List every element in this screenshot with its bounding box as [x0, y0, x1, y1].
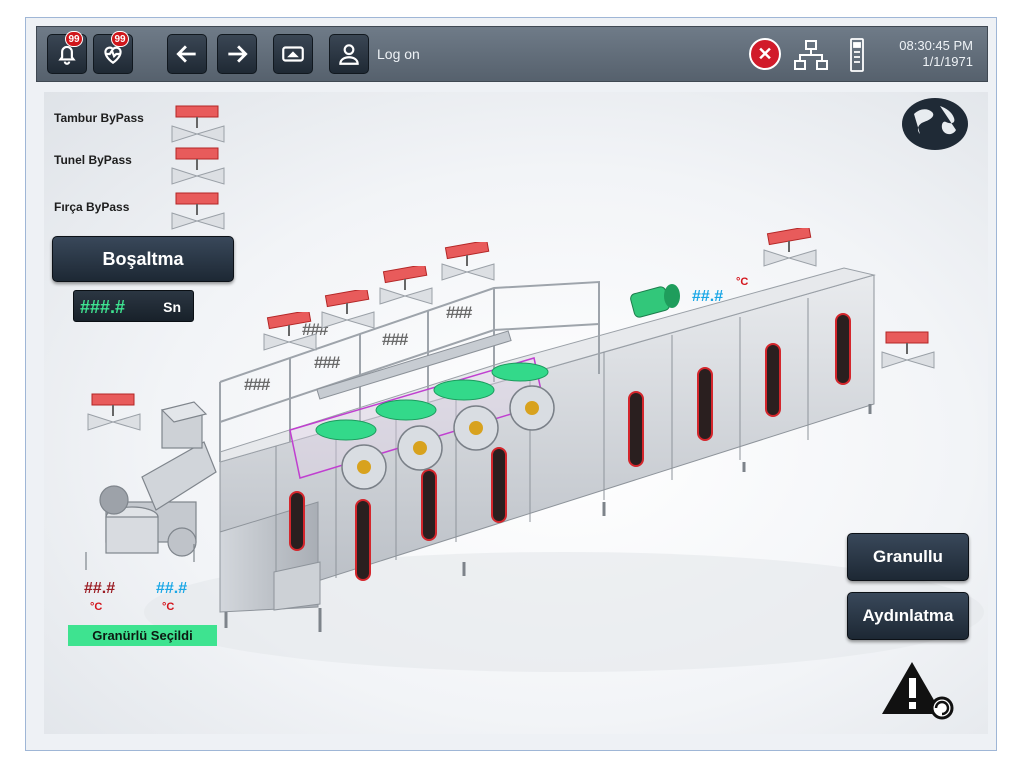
hash-readout-1: ###: [244, 375, 270, 394]
valve-icon: [171, 105, 225, 143]
valve-icon: [321, 287, 375, 329]
clock-time: 08:30:45 PM: [899, 38, 973, 53]
valve-icon: [263, 309, 317, 351]
valve-icon: [379, 263, 433, 305]
drum-valve-4[interactable]: [440, 239, 496, 282]
timer-unit: Sn: [163, 299, 181, 315]
clock: 08:30:45 PM 1/1/1971: [899, 38, 973, 70]
tunnel-temp-value: ##.#: [692, 288, 724, 305]
device-icon[interactable]: [849, 37, 865, 73]
tambur-bypass-label: Tambur ByPass: [54, 111, 144, 125]
warning-icon[interactable]: [878, 658, 958, 720]
aydinlatma-button[interactable]: Aydınlatma: [847, 592, 969, 640]
mixer-valve[interactable]: [86, 392, 142, 432]
alarm-count-badge: 99: [65, 31, 83, 47]
bosaltma-timer[interactable]: ###.# Sn: [73, 290, 194, 322]
granullu-button[interactable]: Granullu: [847, 533, 969, 581]
valve-icon: [441, 239, 495, 281]
screen-eject-icon: [282, 46, 304, 62]
valve-icon: [171, 192, 225, 230]
valve-icon: [87, 393, 141, 431]
user-icon: [339, 44, 359, 65]
drum-valve-3[interactable]: [378, 263, 434, 306]
hash-readout-3: ###: [382, 330, 408, 349]
timer-value: ###.#: [80, 297, 126, 317]
arrow-right-icon: [228, 45, 248, 63]
tunel-bypass-label: Tunel ByPass: [54, 153, 132, 167]
valve-icon: [881, 331, 935, 369]
tunnel-temp-unit: °C: [736, 276, 749, 288]
mixer-temp-1-unit: °C: [90, 601, 103, 613]
screen-button[interactable]: [273, 34, 313, 74]
top-toolbar: 99 99 Log on ✕ 08:30:45 PM 1/1/1971: [36, 26, 988, 82]
tunnel-end-valve[interactable]: [762, 225, 818, 268]
valve-icon: [763, 225, 817, 267]
outlet-valve[interactable]: [880, 330, 936, 370]
logon-label: Log on: [377, 46, 420, 62]
valve-icon: [171, 147, 225, 185]
bosaltma-button[interactable]: Boşaltma: [52, 236, 234, 282]
firca-bypass-label: Fırça ByPass: [54, 200, 130, 214]
network-icon[interactable]: [793, 39, 829, 71]
alarm-button[interactable]: 99: [47, 31, 87, 74]
firca-bypass-valve[interactable]: [170, 191, 226, 231]
drum-valve-2[interactable]: [320, 287, 376, 330]
clock-date: 1/1/1971: [922, 54, 973, 69]
tunel-bypass-valve[interactable]: [170, 146, 226, 186]
logon-button[interactable]: [329, 34, 369, 74]
error-x-icon[interactable]: ✕: [749, 38, 781, 70]
selection-status-tag: Granürlü Seçildi: [68, 625, 217, 646]
globe-icon[interactable]: [900, 96, 970, 152]
drum-valve-1[interactable]: [262, 309, 318, 352]
hash-readout-4: ###: [446, 303, 472, 322]
back-button[interactable]: [167, 34, 207, 74]
tambur-bypass-valve[interactable]: [170, 104, 226, 144]
diag-count-badge: 99: [111, 31, 129, 47]
diagnostics-button[interactable]: 99: [93, 31, 133, 74]
mixer-temp-2-value: ##.#: [156, 580, 188, 597]
arrow-left-icon: [176, 45, 196, 63]
hash-readout-2: ###: [314, 353, 340, 372]
forward-button[interactable]: [217, 34, 257, 74]
mixer-temp-2-unit: °C: [162, 601, 175, 613]
mixer-temp-1-value: ##.#: [84, 580, 116, 597]
